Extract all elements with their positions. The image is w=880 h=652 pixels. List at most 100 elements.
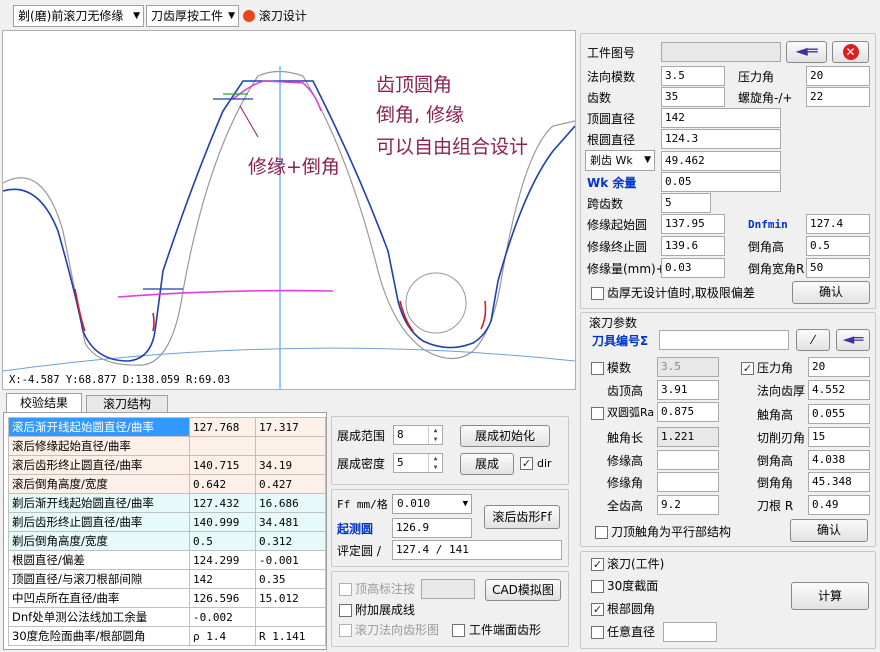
table-row[interactable]: 顶圆直径/与滚刀根部间隙 142 0.35 [8, 569, 326, 589]
eval-circle-input[interactable]: 127.4 / 141 [392, 540, 562, 560]
normal-thk-input[interactable]: 4.552 [808, 380, 870, 400]
start-circle-input[interactable]: 126.9 [392, 518, 472, 538]
table-row[interactable]: 中凹点所在直径/曲率 126.596 15.012 [8, 588, 326, 608]
gear-drawing-canvas[interactable]: 齿顶圆角 倒角, 修缘 可以自由组合设计 修缘+倒角 X:-4.587 Y:68… [2, 30, 576, 390]
double-arc-value: 0.875 [661, 405, 695, 418]
table-row[interactable]: 剃后倒角高度/宽度 0.5 0.312 [8, 531, 326, 551]
deg30-checkbox[interactable] [591, 580, 604, 593]
hob-pa-input[interactable]: 20 [808, 357, 870, 377]
table-row[interactable]: 滚后修缘起始直径/曲率 [8, 436, 326, 456]
helix-input[interactable]: 22 [806, 87, 870, 107]
cut-angle-value: 15 [812, 430, 826, 443]
tab-verify-results[interactable]: 校验结果 [6, 393, 82, 413]
table-row[interactable]: 根圆直径/偏差 124.299 -0.001 [8, 550, 326, 570]
tool-no-input[interactable] [659, 330, 789, 350]
pressure-angle-input[interactable]: 20 [806, 66, 870, 86]
mode-combo[interactable]: 剃(磨)前滚刀无修缘 ▼ [13, 5, 144, 27]
drawing-no-input[interactable] [661, 42, 781, 62]
hob-chamfer-angle-label: 倒角角 [757, 476, 794, 490]
result-label-cell: 中凹点所在直径/曲率 [8, 588, 190, 608]
prot-len-input[interactable]: 1.221 [657, 427, 719, 447]
delete-button[interactable]: ✕ [832, 41, 869, 63]
table-row[interactable]: 剃后渐开线起始圆直径/曲率 127.432 16.686 [8, 493, 326, 513]
import-tool-button[interactable]: ◄═ [836, 329, 870, 351]
hob-pa-value: 20 [812, 360, 826, 373]
start-circle-value: 126.9 [396, 521, 430, 534]
wk-allowance-input[interactable]: 0.05 [661, 172, 781, 192]
normal-module-input[interactable]: 3.5 [661, 66, 725, 86]
cut-angle-label: 切削刃角 [757, 431, 806, 445]
pencil-icon: ⁄ [811, 333, 814, 347]
module-checkbox[interactable] [591, 362, 604, 375]
dir-checkbox[interactable]: ✓ [520, 457, 533, 470]
no-design-checkbox[interactable] [591, 287, 604, 300]
root-dia-input[interactable]: 124.3 [661, 129, 781, 149]
mod-amount-label: 修缘量(mm)+ [587, 262, 666, 276]
expand-init-button[interactable]: 展成初始化 [460, 425, 550, 447]
edit-tool-button[interactable]: ⁄ [796, 329, 830, 351]
addendum-input[interactable]: 3.91 [657, 380, 719, 400]
import-arrow-button[interactable]: ◄═ [786, 41, 827, 63]
dir-label: dir [537, 457, 552, 470]
teeth-input[interactable]: 35 [661, 87, 725, 107]
ff-button[interactable]: 滚后齿形Ff [484, 505, 560, 529]
prot-h-input[interactable]: 0.055 [808, 404, 870, 424]
ff-combo[interactable]: 0.010 ▼ [392, 494, 472, 514]
any-dia-input[interactable] [663, 622, 717, 642]
hob-design-button[interactable]: 滚刀设计 [243, 7, 307, 25]
tip-dia-input[interactable]: 142 [661, 108, 781, 128]
mod-amount-input[interactable]: 0.03 [661, 258, 725, 278]
mod-end-input[interactable]: 139.6 [661, 236, 725, 256]
workpiece-confirm-button[interactable]: 确认 [792, 281, 870, 304]
cut-angle-input[interactable]: 15 [808, 427, 870, 447]
root-r-input[interactable]: 0.49 [808, 495, 870, 515]
wk-allowance-label: Wk 余量 [587, 176, 637, 190]
extra-line-checkbox[interactable] [339, 604, 352, 617]
wk-input[interactable]: 49.462 [661, 151, 781, 171]
table-row[interactable]: 滚后渐开线起始圆直径/曲率 127.768 17.317 [8, 417, 326, 437]
dnfmin-value: 127.4 [810, 217, 844, 230]
top-mark-input[interactable] [421, 579, 475, 599]
expand-button[interactable]: 展成 [460, 453, 514, 475]
table-row[interactable]: Dnf处单测公法线加工余量 -0.002 [8, 607, 326, 627]
hob-chamfer-angle-input[interactable]: 45.348 [808, 472, 870, 492]
end-face-checkbox[interactable] [452, 624, 465, 637]
hob-pa-checkbox[interactable]: ✓ [741, 362, 754, 375]
parallel-checkbox[interactable] [595, 526, 608, 539]
hob-confirm-button[interactable]: 确认 [790, 519, 868, 542]
workpiece-confirm-label: 确认 [818, 285, 843, 299]
result-label-cell: 剃后齿形终止圆直径/曲率 [8, 512, 190, 532]
top-mark-checkbox[interactable] [339, 583, 352, 596]
any-dia-checkbox[interactable] [591, 626, 604, 639]
tab-hob-structure[interactable]: 滚刀结构 [86, 395, 168, 413]
hob-design-label: 滚刀设计 [258, 9, 307, 23]
root-r-value: 0.49 [812, 498, 839, 511]
hob-mod-h-input[interactable] [657, 450, 719, 470]
calculate-button[interactable]: 计算 [791, 582, 869, 610]
table-row[interactable]: 滚后齿形终止圆直径/曲率 140.715 34.19 [8, 455, 326, 475]
double-arc-input[interactable]: 0.875 [657, 402, 719, 422]
hob-wp-checkbox[interactable]: ✓ [591, 558, 604, 571]
hob-mod-angle-input[interactable] [657, 472, 719, 492]
span-input[interactable]: 5 [661, 193, 711, 213]
root-fillet-checkbox[interactable]: ✓ [591, 603, 604, 616]
chamfer-height-input[interactable]: 0.5 [806, 236, 870, 256]
hob-chamfer-h-input[interactable]: 4.038 [808, 450, 870, 470]
hob-normal-checkbox[interactable] [339, 624, 352, 637]
range-spinner[interactable]: 8 ▲ ▼ [393, 425, 443, 445]
results-table: 滚后渐开线起始圆直径/曲率 127.768 17.317 滚后修缘起始直径/曲率 滚后齿… [8, 417, 326, 646]
hob-module-input[interactable]: 3.5 [657, 357, 719, 377]
table-row[interactable]: 剃后齿形终止圆直径/曲率 140.999 34.481 [8, 512, 326, 532]
density-spinner[interactable]: 5 ▲ ▼ [393, 453, 443, 473]
wk-combo[interactable]: 剃齿 Wk ▼ [585, 150, 655, 171]
table-row[interactable]: 滚后倒角高度/宽度 0.642 0.427 [8, 474, 326, 494]
full-h-input[interactable]: 9.2 [657, 495, 719, 515]
chamfer-r-input[interactable]: 50 [806, 258, 870, 278]
type-combo[interactable]: 刀齿厚按工件 ▼ [146, 5, 239, 27]
cad-button[interactable]: CAD模拟图 [485, 579, 561, 601]
table-row[interactable]: 30度危险面曲率/根部圆角 ρ 1.4 R 1.141 [8, 626, 326, 646]
dnfmin-input[interactable]: 127.4 [806, 214, 870, 234]
mod-start-input[interactable]: 137.95 [661, 214, 725, 234]
normal-thk-label: 法向齿厚 [757, 384, 806, 398]
double-arc-checkbox[interactable] [591, 407, 604, 420]
